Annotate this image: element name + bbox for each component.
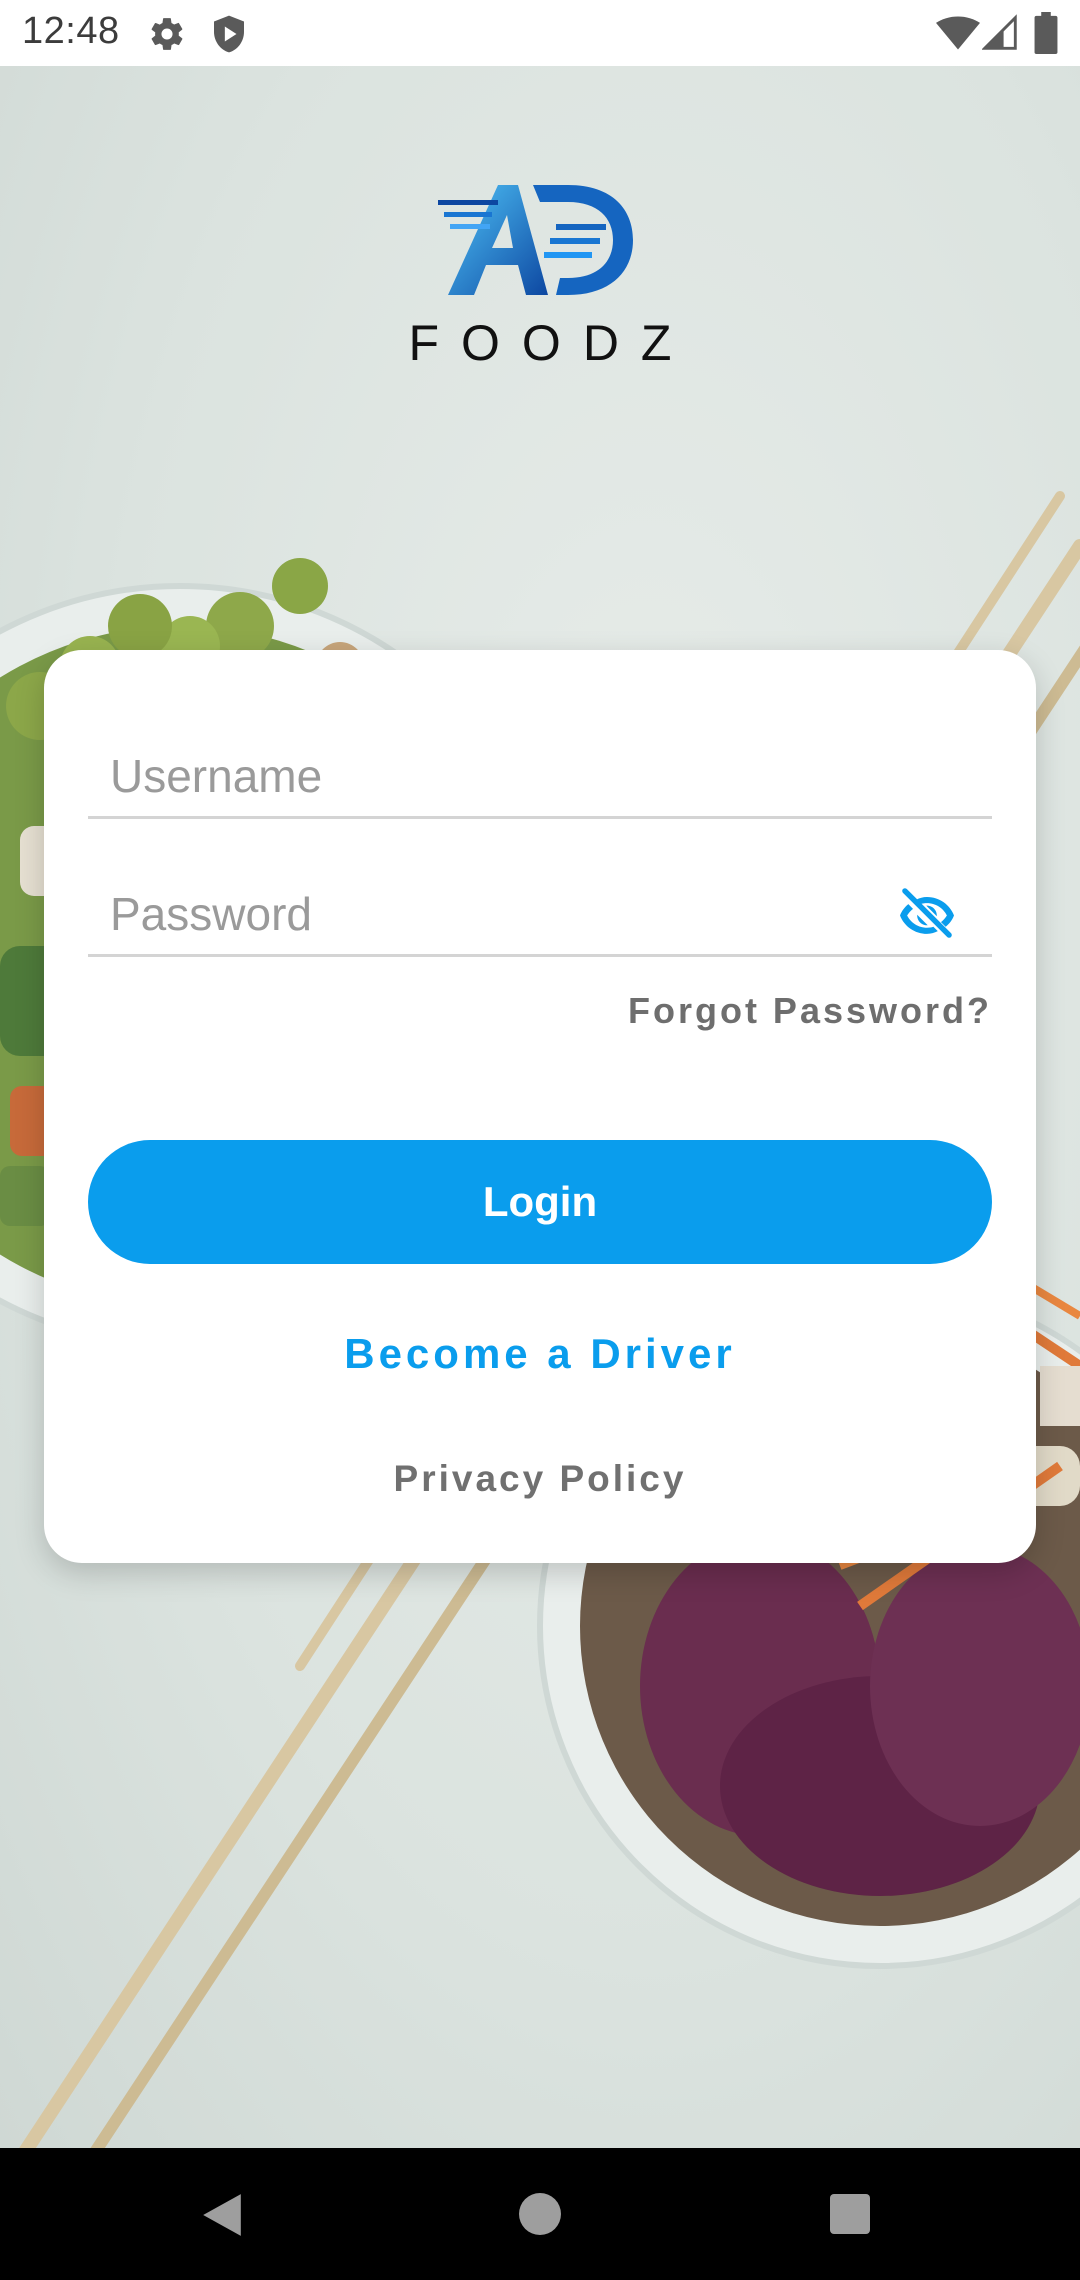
shield-icon: [214, 15, 244, 53]
forgot-password-link[interactable]: Forgot Password?: [628, 990, 992, 1032]
back-icon[interactable]: [200, 2192, 244, 2238]
status-time: 12:48: [22, 10, 120, 52]
ad-logo-icon: [438, 185, 633, 295]
wifi-icon: [936, 16, 980, 50]
recents-icon[interactable]: [830, 2194, 870, 2234]
username-field-container: [88, 726, 992, 819]
home-icon[interactable]: [518, 2192, 562, 2236]
gear-icon: [151, 18, 183, 50]
navigation-bar: [0, 2148, 1080, 2280]
login-card: Forgot Password? Login Become a Driver P…: [44, 650, 1036, 1563]
signal-icon: [982, 14, 1017, 50]
password-field-container: [88, 864, 992, 957]
username-input[interactable]: [110, 746, 890, 806]
battery-icon: [1034, 12, 1058, 54]
privacy-policy-link[interactable]: Privacy Policy: [44, 1458, 1036, 1500]
login-button[interactable]: Login: [88, 1140, 992, 1264]
brand-name: FOODZ: [408, 315, 694, 371]
become-driver-link[interactable]: Become a Driver: [44, 1330, 1036, 1378]
password-input[interactable]: [110, 884, 890, 944]
status-bar: 12:48: [0, 0, 1080, 66]
eye-off-icon[interactable]: [896, 886, 958, 940]
